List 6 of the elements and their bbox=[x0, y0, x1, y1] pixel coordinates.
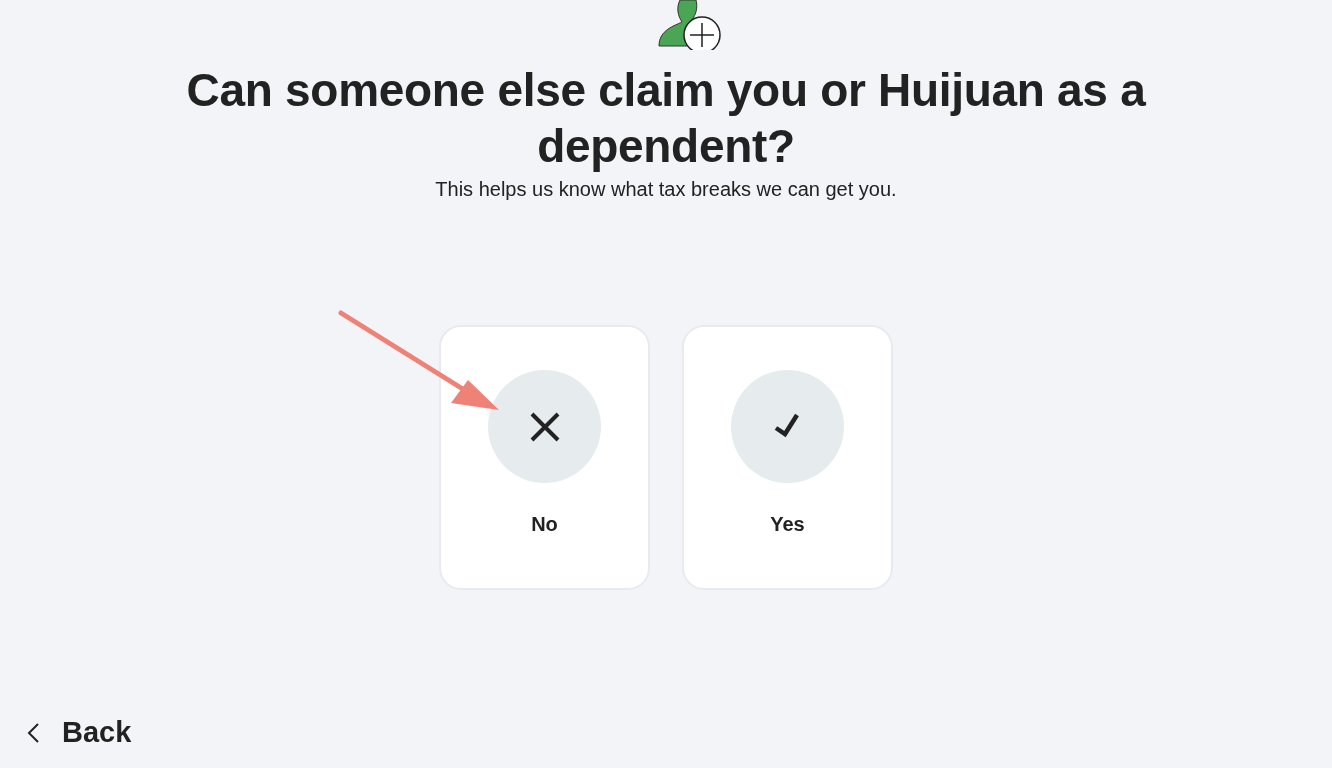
answer-option[interactable]: No bbox=[439, 325, 650, 590]
answer-option[interactable]: Yes bbox=[682, 325, 893, 590]
question-hint: This helps us know what tax breaks we can get you. bbox=[435, 178, 897, 201]
chevron-left-icon bbox=[26, 721, 40, 744]
question-heading: Can someone else claim you or Huijuan as a dependent? bbox=[185, 63, 1147, 174]
back-button[interactable]: Back bbox=[22, 712, 136, 753]
